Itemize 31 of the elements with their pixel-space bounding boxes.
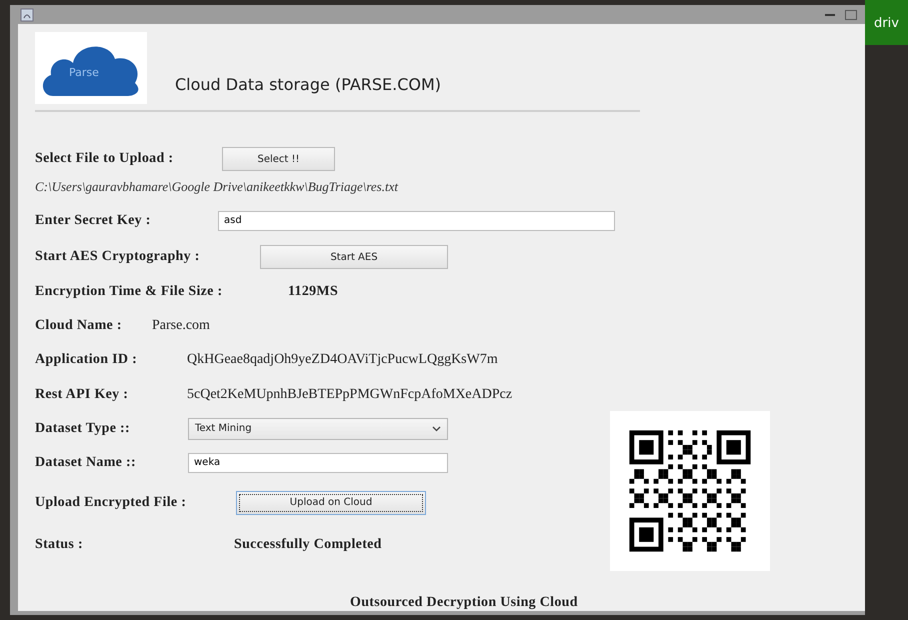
field-label: Upload Encrypted File : [35, 494, 186, 510]
field-label: Status : [35, 537, 83, 553]
field-label: Encryption Time & File Size : [35, 284, 222, 300]
maximize-icon[interactable] [845, 10, 857, 20]
action-button[interactable]: Start AES [260, 245, 448, 269]
action-button[interactable]: Upload on Cloud [236, 490, 426, 514]
value-text: Parse.com [152, 318, 210, 334]
field-label: Start AES Cryptography : [35, 249, 200, 265]
footer-text: Outsourced Decryption Using Cloud [350, 595, 578, 611]
app-title: Cloud Data storage (PARSE.COM) [175, 75, 442, 94]
field-label: Dataset Name :: [35, 454, 136, 470]
value-text: Successfully Completed [234, 537, 382, 553]
logo-text: Parse [69, 66, 99, 79]
app-icon [20, 8, 34, 22]
chevron-down-icon [432, 426, 441, 432]
action-button[interactable]: Select !! [222, 147, 335, 171]
field-label: Rest API Key : [35, 386, 128, 402]
minimize-icon[interactable] [825, 12, 835, 16]
field-label: Enter Secret Key : [35, 212, 151, 228]
value-text: 1129MS [288, 284, 338, 300]
app-tile[interactable]: driv [865, 0, 908, 45]
input-field[interactable]: weka [188, 452, 448, 472]
value-text: 5cQet2KeMUpnhBJeBTEPpPMGWnFcpAfoMXeADPcz [187, 386, 512, 402]
field-label: Application ID : [35, 352, 138, 368]
file-path: C:\Users\gauravbhamare\Google Drive\anikeetkkw\BugTriage\res.txt [35, 178, 398, 194]
dropdown-field[interactable]: Text Mining [188, 418, 448, 440]
input-field[interactable]: asd [218, 210, 615, 230]
value-text: QkHGeae8qadjOh9yeZD4OAViTjcPucwLQggKsW7m [187, 352, 498, 368]
field-label: Dataset Type :: [35, 420, 130, 436]
field-label: Cloud Name : [35, 318, 122, 334]
field-label: Select File to Upload : [35, 151, 174, 167]
